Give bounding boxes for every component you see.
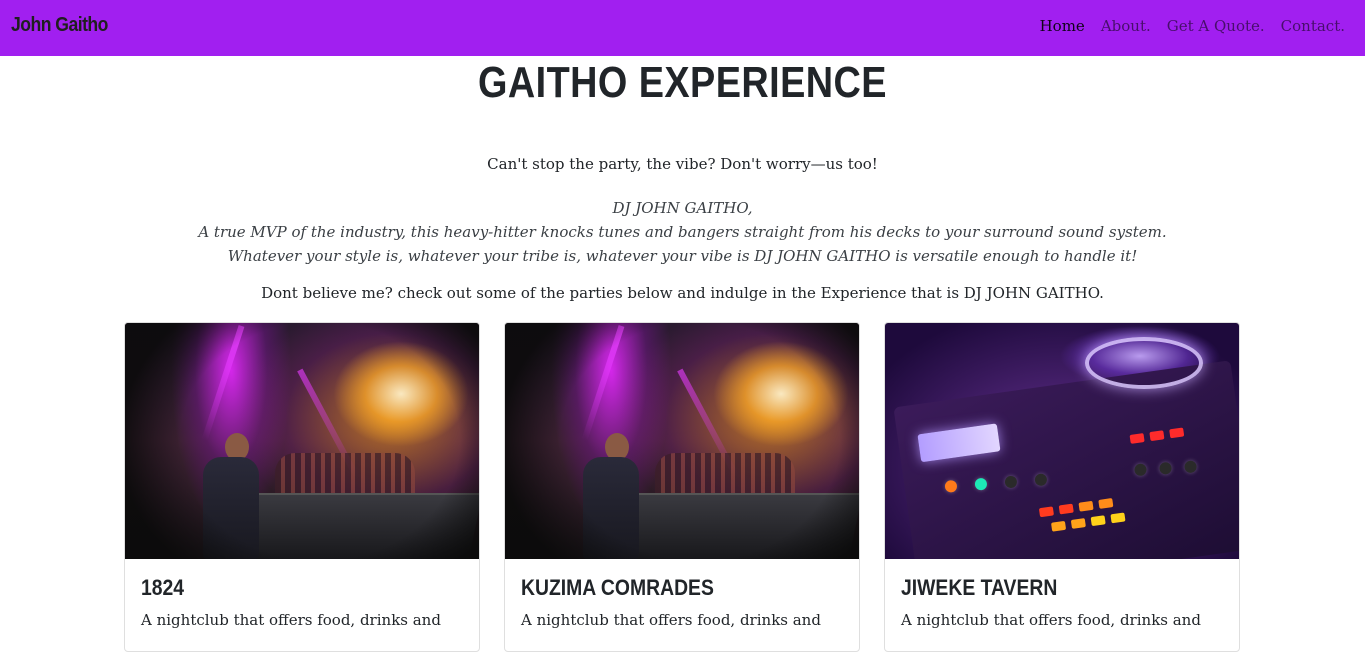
nav-quote-link[interactable]: Get A Quote. bbox=[1167, 17, 1265, 35]
card-text: A nightclub that offers food, drinks and bbox=[141, 611, 441, 629]
dj-performance-image bbox=[505, 323, 859, 559]
dj-performance-image bbox=[125, 323, 479, 559]
quote-line: DJ JOHN GAITHO, bbox=[612, 199, 753, 217]
quote-line: A true MVP of the industry, this heavy-h… bbox=[198, 223, 1167, 241]
card-body: JIWEKE TAVERN A nightclub that offers fo… bbox=[885, 559, 1239, 645]
dj-quote: DJ JOHN GAITHO, A true MVP of the indust… bbox=[0, 196, 1365, 268]
quote-line: Whatever your style is, whatever your tr… bbox=[227, 247, 1138, 265]
nav-home-link[interactable]: Home bbox=[1040, 17, 1085, 35]
card-title: KUZIMA COMRADES bbox=[521, 575, 714, 600]
dj-mixer-image bbox=[885, 323, 1239, 559]
nav-contact-link[interactable]: Contact. bbox=[1281, 17, 1345, 35]
card-title: 1824 bbox=[141, 575, 185, 600]
nav-about-link[interactable]: About. bbox=[1101, 17, 1151, 35]
card-body: 1824 A nightclub that offers food, drink… bbox=[125, 559, 479, 645]
party-card: 1824 A nightclub that offers food, drink… bbox=[124, 322, 480, 652]
party-card: KUZIMA COMRADES A nightclub that offers … bbox=[504, 322, 860, 652]
page-title: GAITHO EXPERIENCE bbox=[478, 58, 887, 107]
party-card: JIWEKE TAVERN A nightclub that offers fo… bbox=[884, 322, 1240, 652]
card-text: A nightclub that offers food, drinks and bbox=[521, 611, 821, 629]
card-text: A nightclub that offers food, drinks and bbox=[901, 611, 1201, 629]
brand-link[interactable]: John Gaitho bbox=[11, 14, 108, 37]
card-title: JIWEKE TAVERN bbox=[901, 575, 1058, 600]
card-body: KUZIMA COMRADES A nightclub that offers … bbox=[505, 559, 859, 645]
navbar: John Gaitho Home About. Get A Quote. Con… bbox=[0, 0, 1365, 56]
call-to-action-text: Dont believe me? check out some of the p… bbox=[261, 284, 1104, 302]
tagline: Can't stop the party, the vibe? Don't wo… bbox=[487, 155, 878, 173]
nav-links: Home About. Get A Quote. Contact. bbox=[1040, 17, 1345, 35]
